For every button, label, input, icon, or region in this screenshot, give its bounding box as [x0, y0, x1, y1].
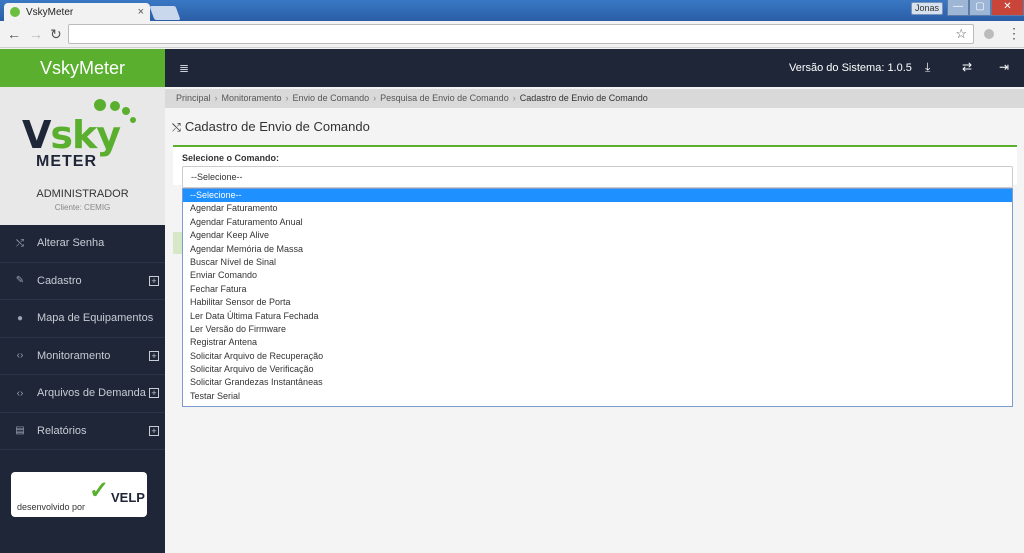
- close-window-button[interactable]: ✕: [991, 0, 1024, 16]
- profile-client: Cliente: CEMIG: [54, 203, 111, 212]
- maximize-button[interactable]: ▢: [969, 0, 991, 16]
- dropdown-option[interactable]: Solicitar Arquivo de Verificação: [183, 363, 1012, 376]
- shuffle-icon: ⤭: [172, 122, 181, 134]
- dropdown-option[interactable]: Ler Versão do Firmware: [183, 323, 1012, 336]
- brand-title[interactable]: VskyMeter: [0, 49, 165, 87]
- browser-tab[interactable]: VskyMeter ×: [4, 3, 150, 21]
- logout-icon[interactable]: ⇥: [999, 60, 1009, 74]
- expand-icon[interactable]: +: [149, 350, 159, 361]
- expand-icon[interactable]: +: [149, 275, 159, 286]
- favicon-icon: [10, 7, 20, 17]
- tab-title: VskyMeter: [26, 6, 74, 18]
- breadcrumb-item[interactable]: Principal: [176, 93, 211, 103]
- command-dropdown-list[interactable]: --Selecione-- Agendar Faturamento Agendar …: [182, 188, 1013, 407]
- minimize-button[interactable]: —: [947, 0, 969, 16]
- velp-check-icon: ✓: [89, 477, 110, 504]
- dropdown-option[interactable]: Enviar Comando: [183, 269, 1012, 282]
- dropdown-option[interactable]: --Selecione--: [183, 189, 1012, 203]
- code-icon: ‹›: [16, 387, 24, 399]
- sidebar: VskyMeter Vsky METER ADMINISTRADOR Clien…: [0, 49, 165, 553]
- address-bar[interactable]: ☆: [68, 24, 974, 44]
- dropdown-option[interactable]: Buscar Nível de Sinal: [183, 256, 1012, 269]
- sidebar-item[interactable]: ▤ Relatórios +: [0, 413, 165, 450]
- sidebar-item[interactable]: ● Mapa de Equipamentos: [0, 300, 165, 338]
- sidebar-nav: ⤭ Alterar Senha ✎ Cadastro + ● Mapa de Equipam…: [0, 225, 165, 450]
- browser-menu-icon[interactable]: ⋮: [1007, 25, 1021, 42]
- breadcrumb-item[interactable]: Pesquisa de Envio de Comando: [380, 93, 509, 103]
- velp-logo: VELP: [111, 490, 145, 505]
- extension-icon[interactable]: [984, 29, 994, 39]
- sidebar-item-label: Monitoramento: [37, 349, 111, 362]
- breadcrumb-separator: ›: [512, 93, 516, 103]
- menu-toggle-icon[interactable]: ≣: [179, 61, 189, 75]
- sidebar-item-label: Alterar Senha: [37, 237, 105, 250]
- switch-icon[interactable]: ⇄: [962, 60, 972, 74]
- dropdown-option[interactable]: Habilitar Sensor de Porta: [183, 296, 1012, 309]
- breadcrumb-separator: ›: [373, 93, 377, 103]
- reload-icon[interactable]: ↻: [50, 26, 62, 43]
- breadcrumb-separator: ›: [285, 93, 289, 103]
- dropdown-option[interactable]: Solicitar Arquivo de Recuperação: [183, 350, 1012, 363]
- back-icon[interactable]: ←: [7, 26, 21, 42]
- sidebar-item-label: Arquivos de Demanda: [37, 387, 146, 400]
- sidebar-item-label: Cadastro: [37, 274, 82, 287]
- sidebar-item-label: Mapa de Equipamentos: [37, 312, 154, 325]
- code-icon: ‹›: [16, 350, 24, 362]
- sidebar-item-label: Relatórios: [37, 424, 87, 437]
- profile-name: ADMINISTRADOR: [36, 188, 129, 200]
- tab-close-icon[interactable]: ×: [138, 6, 144, 18]
- edit-icon: ✎: [15, 275, 25, 287]
- download-icon[interactable]: ⤓: [925, 60, 930, 75]
- expand-icon[interactable]: +: [149, 425, 159, 436]
- topbar: ≣ Versão do Sistema: 1.0.5 ⤓ ⇄ ⇥: [165, 49, 1024, 87]
- dropdown-option[interactable]: Ler Data Última Fatura Fechada: [183, 310, 1012, 323]
- dropdown-option[interactable]: Agendar Faturamento: [183, 202, 1012, 215]
- dropdown-option[interactable]: Agendar Keep Alive: [183, 229, 1012, 242]
- dropdown-option[interactable]: Fechar Fatura: [183, 283, 1012, 296]
- command-select-label: Selecione o Comando:: [182, 153, 280, 163]
- command-select[interactable]: --Selecione--: [182, 166, 1013, 188]
- breadcrumb-separator: ›: [214, 93, 218, 103]
- forward-icon[interactable]: →: [29, 26, 43, 42]
- breadcrumb-item: Cadastro de Envio de Comando: [519, 93, 648, 103]
- sidebar-item[interactable]: ⤭ Alterar Senha: [0, 225, 165, 263]
- dropdown-option[interactable]: Agendar Memória de Massa: [183, 243, 1012, 256]
- new-tab-button[interactable]: [149, 6, 181, 20]
- vskymeter-logo: Vsky METER: [22, 97, 142, 173]
- bookmark-star-icon[interactable]: ☆: [955, 26, 967, 42]
- profile-panel: Vsky METER ADMINISTRADOR Cliente: CEMIG: [0, 87, 165, 225]
- breadcrumb-item[interactable]: Monitoramento: [222, 93, 282, 103]
- shuffle-icon: ⤭: [16, 237, 24, 249]
- profile-button[interactable]: Jonas: [911, 2, 943, 15]
- developed-by-label: desenvolvido por: [17, 502, 86, 512]
- dropdown-option[interactable]: Testar Serial: [183, 390, 1012, 403]
- sidebar-item[interactable]: ‹› Arquivos de Demanda +: [0, 375, 165, 413]
- velp-badge: ✓ desenvolvido por VELP: [11, 472, 147, 517]
- dropdown-option[interactable]: Agendar Faturamento Anual: [183, 216, 1012, 229]
- file-icon: ▤: [15, 425, 25, 437]
- dropdown-option[interactable]: Solicitar Grandezas Instantâneas: [183, 376, 1012, 389]
- globe-icon: ●: [16, 312, 24, 324]
- breadcrumb: Principal › Monitoramento › Envio de Comando…: [165, 89, 1024, 108]
- expand-icon[interactable]: +: [149, 388, 159, 398]
- sidebar-item[interactable]: ‹› Monitoramento +: [0, 338, 165, 375]
- browser-toolbar: ← → ↻ ☆ ⋮: [0, 21, 1024, 48]
- sidebar-item[interactable]: ✎ Cadastro +: [0, 263, 165, 300]
- breadcrumb-item[interactable]: Envio de Comando: [293, 93, 370, 103]
- browser-titlebar: VskyMeter × Jonas — ▢ ✕: [0, 0, 1024, 21]
- page-title: ⤭ Cadastro de Envio de Comando: [172, 119, 370, 134]
- system-version: Versão do Sistema: 1.0.5: [789, 62, 912, 74]
- dropdown-option[interactable]: Registrar Antena: [183, 336, 1012, 349]
